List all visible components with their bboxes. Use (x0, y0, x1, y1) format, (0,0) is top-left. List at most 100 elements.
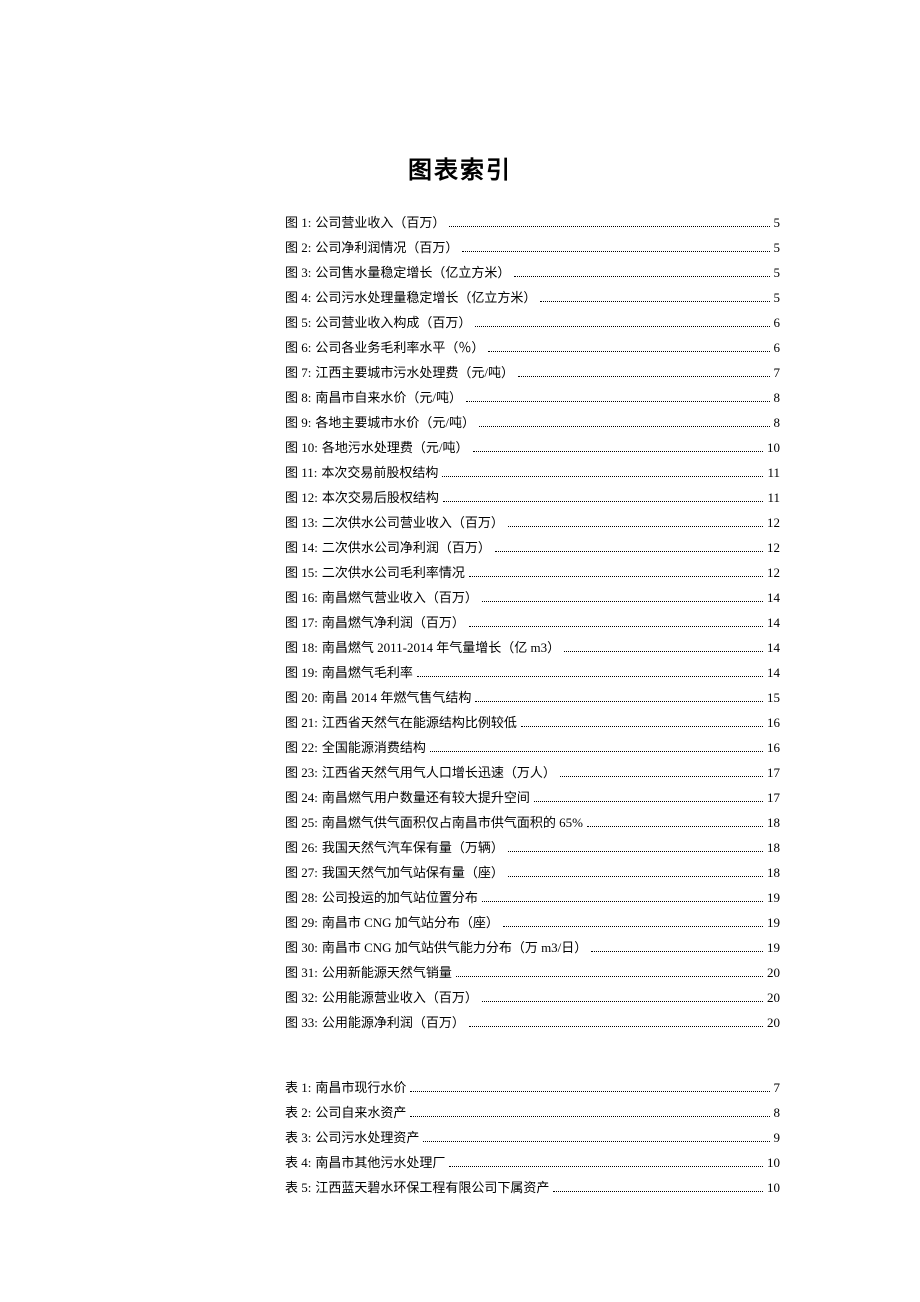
figure-entry[interactable]: 图 32:公用能源营业收入（百万）20 (285, 985, 780, 1010)
figure-entry[interactable]: 图 6:公司各业务毛利率水平（％）6 (285, 335, 780, 360)
leader-dots (518, 376, 770, 377)
table-prefix: 表 5: (285, 1175, 311, 1200)
figure-text: 二次供水公司营业收入（百万） (322, 510, 504, 535)
table-text: 南昌市现行水价 (315, 1075, 406, 1100)
figure-prefix: 图 31: (285, 960, 318, 985)
table-of-contents: 图 1:公司营业收入（百万）5图 2:公司净利润情况（百万）5图 3:公司售水量… (80, 210, 840, 1200)
figure-entry[interactable]: 图 26:我国天然气汽车保有量（万辆）18 (285, 835, 780, 860)
leader-dots (564, 651, 763, 652)
figure-entry[interactable]: 图 1:公司营业收入（百万）5 (285, 210, 780, 235)
leader-dots (475, 326, 769, 327)
figure-entry[interactable]: 图 5:公司营业收入构成（百万）6 (285, 310, 780, 335)
tables-section: 表 1:南昌市现行水价7表 2:公司自来水资产8表 3:公司污水处理资产9表 4… (285, 1075, 780, 1200)
leader-dots (495, 551, 763, 552)
table-entry[interactable]: 表 2:公司自来水资产8 (285, 1100, 780, 1125)
figure-entry[interactable]: 图 30:南昌市 CNG 加气站供气能力分布（万 m3/日）19 (285, 935, 780, 960)
table-prefix: 表 3: (285, 1125, 311, 1150)
leader-dots (417, 676, 763, 677)
figure-entry[interactable]: 图 33:公用能源净利润（百万）20 (285, 1010, 780, 1035)
figure-page: 11 (767, 485, 780, 510)
figure-prefix: 图 8: (285, 385, 311, 410)
figure-page: 17 (767, 785, 780, 810)
figure-entry[interactable]: 图 31:公用新能源天然气销量20 (285, 960, 780, 985)
figure-page: 8 (774, 385, 781, 410)
figure-entry[interactable]: 图 2:公司净利润情况（百万）5 (285, 235, 780, 260)
figure-text: 公司营业收入构成（百万） (315, 310, 471, 335)
figure-prefix: 图 19: (285, 660, 318, 685)
leader-dots (503, 926, 763, 927)
figure-text: 公司各业务毛利率水平（％） (315, 335, 484, 360)
leader-dots (587, 826, 763, 827)
figure-entry[interactable]: 图 15:二次供水公司毛利率情况12 (285, 560, 780, 585)
leader-dots (469, 1026, 763, 1027)
figure-prefix: 图 6: (285, 335, 311, 360)
figure-entry[interactable]: 图 13:二次供水公司营业收入（百万）12 (285, 510, 780, 535)
figure-prefix: 图 16: (285, 585, 318, 610)
figure-text: 江西主要城市污水处理费（元/吨） (315, 360, 514, 385)
figure-page: 14 (767, 610, 780, 635)
figure-entry[interactable]: 图 25:南昌燃气供气面积仅占南昌市供气面积的 65%18 (285, 810, 780, 835)
leader-dots (473, 451, 764, 452)
figure-entry[interactable]: 图 19:南昌燃气毛利率14 (285, 660, 780, 685)
figure-text: 各地污水处理费（元/吨） (322, 435, 469, 460)
figure-page: 12 (767, 535, 780, 560)
leader-dots (482, 901, 763, 902)
figure-prefix: 图 2: (285, 235, 311, 260)
figure-page: 10 (767, 435, 780, 460)
figure-entry[interactable]: 图 18:南昌燃气 2011-2014 年气量增长（亿 m3）14 (285, 635, 780, 660)
figure-entry[interactable]: 图 4:公司污水处理量稳定增长（亿立方米）5 (285, 285, 780, 310)
figure-page: 16 (767, 710, 780, 735)
figure-page: 5 (774, 285, 781, 310)
figure-entry[interactable]: 图 12:本次交易后股权结构11 (285, 485, 780, 510)
figure-page: 20 (767, 985, 780, 1010)
figure-text: 南昌燃气毛利率 (322, 660, 413, 685)
leader-dots (423, 1141, 769, 1142)
figure-entry[interactable]: 图 17:南昌燃气净利润（百万）14 (285, 610, 780, 635)
figures-section: 图 1:公司营业收入（百万）5图 2:公司净利润情况（百万）5图 3:公司售水量… (285, 210, 780, 1035)
figure-entry[interactable]: 图 20:南昌 2014 年燃气售气结构15 (285, 685, 780, 710)
figure-text: 二次供水公司净利润（百万） (322, 535, 491, 560)
figure-text: 公用能源营业收入（百万） (322, 985, 478, 1010)
table-entry[interactable]: 表 1:南昌市现行水价7 (285, 1075, 780, 1100)
leader-dots (410, 1091, 769, 1092)
figure-page: 19 (767, 935, 780, 960)
page-title: 图表索引 (80, 150, 840, 185)
table-page: 9 (774, 1125, 781, 1150)
leader-dots (469, 576, 763, 577)
table-page: 10 (767, 1175, 780, 1200)
figure-text: 本次交易后股权结构 (322, 485, 439, 510)
figure-text: 南昌市自来水价（元/吨） (315, 385, 462, 410)
figure-entry[interactable]: 图 28:公司投运的加气站位置分布19 (285, 885, 780, 910)
figure-entry[interactable]: 图 29:南昌市 CNG 加气站分布（座）19 (285, 910, 780, 935)
figure-text: 南昌燃气用户数量还有较大提升空间 (322, 785, 530, 810)
table-entry[interactable]: 表 4:南昌市其他污水处理厂10 (285, 1150, 780, 1175)
figure-entry[interactable]: 图 8:南昌市自来水价（元/吨） 8 (285, 385, 780, 410)
figure-prefix: 图 33: (285, 1010, 318, 1035)
figure-prefix: 图 14: (285, 535, 318, 560)
figure-text: 公司营业收入（百万） (315, 210, 445, 235)
figure-entry[interactable]: 图 11:本次交易前股权结构11 (285, 460, 780, 485)
figure-entry[interactable]: 图 7:江西主要城市污水处理费（元/吨）7 (285, 360, 780, 385)
figure-entry[interactable]: 图 10:各地污水处理费（元/吨）10 (285, 435, 780, 460)
figure-entry[interactable]: 图 27:我国天然气加气站保有量（座）18 (285, 860, 780, 885)
leader-dots (469, 626, 763, 627)
figure-entry[interactable]: 图 16:南昌燃气营业收入（百万）14 (285, 585, 780, 610)
figure-entry[interactable]: 图 24:南昌燃气用户数量还有较大提升空间17 (285, 785, 780, 810)
figure-entry[interactable]: 图 14:二次供水公司净利润（百万） 12 (285, 535, 780, 560)
leader-dots (560, 776, 763, 777)
figure-entry[interactable]: 图 9:各地主要城市水价（元/吨）8 (285, 410, 780, 435)
leader-dots (553, 1191, 763, 1192)
figure-entry[interactable]: 图 23:江西省天然气用气人口增长迅速（万人）17 (285, 760, 780, 785)
table-entry[interactable]: 表 3:公司污水处理资产9 (285, 1125, 780, 1150)
figure-text: 公司净利润情况（百万） (315, 235, 458, 260)
leader-dots (488, 351, 769, 352)
figure-prefix: 图 9: (285, 410, 311, 435)
figure-entry[interactable]: 图 3:公司售水量稳定增长（亿立方米）5 (285, 260, 780, 285)
table-text: 公司自来水资产 (315, 1100, 406, 1125)
figure-entry[interactable]: 图 22:全国能源消费结构16 (285, 735, 780, 760)
figure-text: 南昌燃气净利润（百万） (322, 610, 465, 635)
figure-text: 公用新能源天然气销量 (322, 960, 452, 985)
figure-entry[interactable]: 图 21:江西省天然气在能源结构比例较低16 (285, 710, 780, 735)
table-entry[interactable]: 表 5:江西蓝天碧水环保工程有限公司下属资产10 (285, 1175, 780, 1200)
figure-prefix: 图 7: (285, 360, 311, 385)
